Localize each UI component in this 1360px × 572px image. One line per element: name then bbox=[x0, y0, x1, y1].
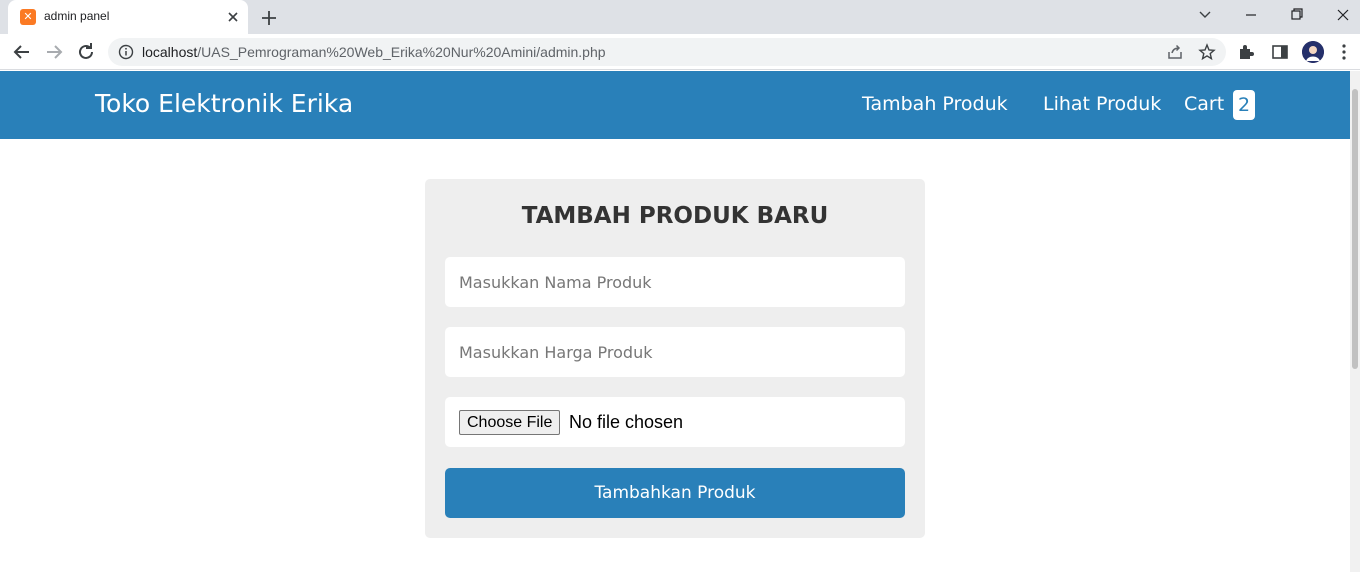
page-content: Toko Elektronik Erika Tambah Produk Liha… bbox=[0, 71, 1350, 572]
browser-menu-icon[interactable] bbox=[1334, 42, 1354, 62]
scrollbar-thumb[interactable] bbox=[1352, 89, 1358, 369]
brand-logo[interactable]: Toko Elektronik Erika bbox=[95, 89, 353, 118]
page-scrollbar[interactable] bbox=[1350, 71, 1360, 572]
nav-tambah-produk[interactable]: Tambah Produk bbox=[862, 93, 1008, 115]
url-path: /UAS_Pemrograman%20Web_Erika%20Nur%20Ami… bbox=[197, 44, 606, 60]
profile-avatar[interactable] bbox=[1302, 41, 1324, 63]
url-text: localhost/UAS_Pemrograman%20Web_Erika%20… bbox=[142, 44, 606, 60]
browser-tab[interactable]: ✕ admin panel bbox=[8, 0, 248, 34]
file-status-text: No file chosen bbox=[569, 412, 684, 432]
cart-count-badge[interactable]: 2 bbox=[1233, 90, 1255, 120]
product-price-input[interactable] bbox=[445, 327, 905, 377]
nav-cart[interactable]: Cart bbox=[1184, 93, 1224, 115]
bookmark-star-icon[interactable] bbox=[1198, 43, 1216, 61]
address-bar[interactable]: localhost/UAS_Pemrograman%20Web_Erika%20… bbox=[108, 38, 1226, 66]
choose-file-button[interactable]: Choose File bbox=[459, 410, 561, 435]
form-title: TAMBAH PRODUK BARU bbox=[521, 203, 829, 229]
browser-tabstrip: ✕ admin panel bbox=[0, 0, 1360, 34]
nav-lihat-produk[interactable]: Lihat Produk bbox=[1043, 93, 1161, 115]
forward-arrow-icon[interactable] bbox=[42, 40, 66, 64]
url-host: localhost bbox=[142, 44, 198, 60]
site-header: Toko Elektronik Erika Tambah Produk Liha… bbox=[0, 71, 1350, 139]
product-name-input[interactable] bbox=[445, 257, 905, 307]
tab-title: admin panel bbox=[44, 9, 110, 23]
share-icon[interactable] bbox=[1166, 43, 1184, 61]
side-panel-icon[interactable] bbox=[1270, 42, 1290, 62]
xampp-favicon-icon: ✕ bbox=[20, 9, 36, 25]
site-info-icon[interactable] bbox=[118, 44, 134, 60]
extensions-puzzle-icon[interactable] bbox=[1236, 42, 1256, 62]
new-tab-icon[interactable] bbox=[258, 7, 280, 29]
product-image-file-field: Choose File No file chosen bbox=[445, 397, 905, 447]
tab-search-chevron-icon[interactable] bbox=[1182, 0, 1228, 30]
browser-toolbar: localhost/UAS_Pemrograman%20Web_Erika%20… bbox=[0, 34, 1360, 70]
restore-icon[interactable] bbox=[1274, 0, 1320, 30]
tab-close-icon[interactable] bbox=[224, 8, 242, 26]
add-product-form: TAMBAH PRODUK BARU Choose File No file c… bbox=[425, 179, 925, 538]
profile-avatar-icon bbox=[1302, 41, 1324, 63]
minimize-icon[interactable] bbox=[1228, 0, 1274, 30]
submit-add-product-button[interactable]: Tambahkan Produk bbox=[445, 468, 905, 518]
back-arrow-icon[interactable] bbox=[10, 40, 34, 64]
reload-icon[interactable] bbox=[74, 40, 98, 64]
window-close-icon[interactable] bbox=[1320, 0, 1360, 30]
